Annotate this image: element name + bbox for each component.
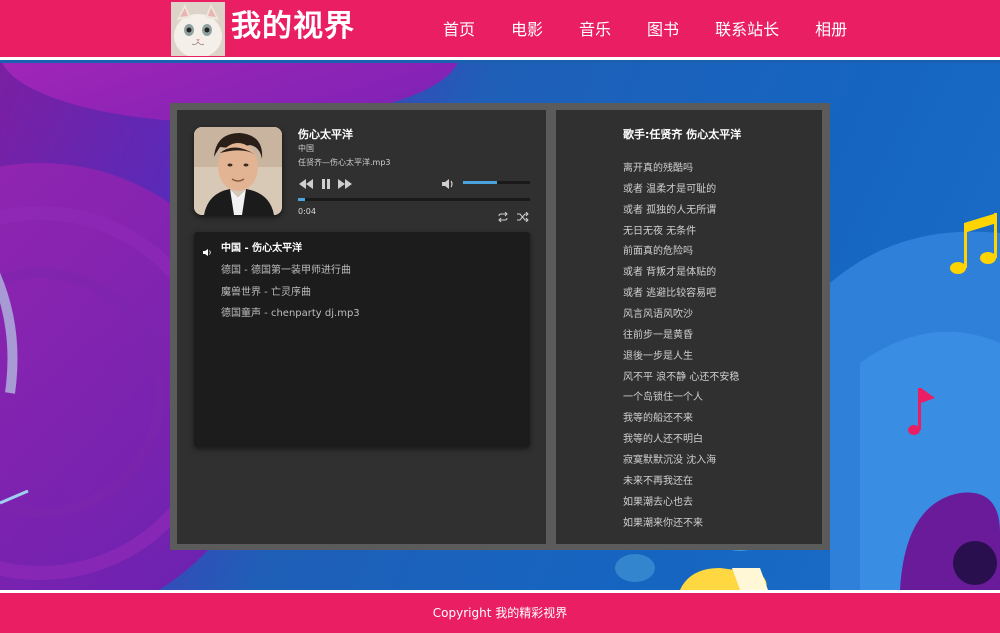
song-file-name: 任贤齐—伤心太平洋.mp3	[298, 158, 391, 167]
lyric-line: 或者 逃避比较容易吧	[623, 288, 717, 299]
copyright-text: Copyright 我的精彩视界	[432, 606, 568, 620]
playlist-item[interactable]: 德国 - 德国第一装甲师进行曲	[194, 260, 530, 281]
song-artist: 中国	[298, 144, 314, 153]
lyrics-title: 歌手:任贤齐 伤心太平洋	[623, 128, 742, 141]
logo-cat-image[interactable]	[171, 2, 225, 56]
next-icon[interactable]	[338, 176, 352, 190]
lyric-line: 往前步一是黄昏	[623, 330, 693, 341]
lyric-line: 寂寞默默沉没 沈入海	[623, 455, 717, 466]
playlist-item-label: 魔兽世界 - 亡灵序曲	[221, 287, 311, 298]
lyric-line: 无日无夜 无条件	[623, 226, 697, 237]
speaker-icon	[203, 244, 212, 256]
volume-icon[interactable]	[441, 176, 455, 190]
playlist-item[interactable]: 中国 - 伤心太平洋	[194, 238, 530, 259]
playlist-item[interactable]: 德国童声 - chenparty dj.mp3	[194, 303, 530, 324]
nav-item-music[interactable]: 音乐	[566, 0, 624, 60]
nav-item-album[interactable]: 相册	[802, 0, 860, 60]
playlist-item-label: 德国 - 德国第一装甲师进行曲	[221, 265, 351, 276]
repeat-icon[interactable]	[497, 207, 509, 223]
lyric-line: 风言风语风吹沙	[623, 309, 693, 320]
lyric-line: 离开真的残酷吗	[623, 163, 693, 174]
playlist: 中国 - 伤心太平洋 德国 - 德国第一装甲师进行曲 魔兽世界 - 亡灵序曲 德…	[194, 232, 530, 447]
lyric-line: 如果潮来你还不来	[623, 518, 703, 529]
lyric-line: 未来不再我还在	[623, 476, 693, 487]
lyric-line: 风不平 浪不静 心还不安稳	[623, 372, 740, 383]
lyric-line: 或者 温柔才是可耻的	[623, 184, 717, 195]
lyric-line: 或者 孤独的人无所谓	[623, 205, 717, 216]
lyric-line: 我等的人还不明白	[623, 434, 703, 445]
lyric-line: 前面真的危险吗	[623, 246, 693, 257]
site-header: 我的视界 首页 电影 音乐 图书 联系站长 相册	[0, 0, 1000, 60]
nav-item-books[interactable]: 图书	[634, 0, 692, 60]
player-panel: 伤心太平洋 中国 任贤齐—伤心太平洋.mp3 0:04 中国 - 伤心太平洋 德…	[177, 110, 546, 544]
lyric-line: 如果潮去心也去	[623, 497, 693, 508]
progress-bar[interactable]	[298, 198, 530, 201]
pause-icon[interactable]	[319, 176, 333, 190]
volume-slider[interactable]	[463, 181, 530, 184]
prev-icon[interactable]	[299, 176, 313, 190]
playlist-item-label: 德国童声 - chenparty dj.mp3	[221, 308, 360, 319]
volume-slider-fill	[463, 181, 497, 184]
site-footer: Copyright 我的精彩视界	[0, 590, 1000, 633]
lyric-line: 退後一步是人生	[623, 351, 693, 362]
shuffle-icon[interactable]	[517, 207, 529, 223]
playlist-item-label: 中国 - 伤心太平洋	[221, 243, 303, 254]
lyric-line: 我等的船还不来	[623, 413, 693, 424]
nav-item-home[interactable]: 首页	[430, 0, 488, 60]
song-title: 伤心太平洋	[298, 128, 353, 141]
lyrics-panel: 歌手:任贤齐 伤心太平洋 离开真的残酷吗 或者 温柔才是可耻的 或者 孤独的人无…	[556, 110, 822, 544]
music-player: 伤心太平洋 中国 任贤齐—伤心太平洋.mp3 0:04 中国 - 伤心太平洋 德…	[170, 103, 830, 550]
current-time: 0:04	[298, 207, 316, 216]
main-nav: 首页 电影 音乐 图书 联系站长 相册	[430, 0, 860, 60]
nav-item-contact[interactable]: 联系站长	[702, 0, 792, 60]
site-title[interactable]: 我的视界	[231, 6, 355, 48]
lyric-line: 一个岛锁住一个人	[623, 392, 703, 403]
playlist-item[interactable]: 魔兽世界 - 亡灵序曲	[194, 282, 530, 303]
progress-bar-fill	[298, 198, 305, 201]
nav-item-movies[interactable]: 电影	[498, 0, 556, 60]
album-cover-image	[194, 127, 282, 215]
lyric-line: 或者 背叛才是体贴的	[623, 267, 717, 278]
